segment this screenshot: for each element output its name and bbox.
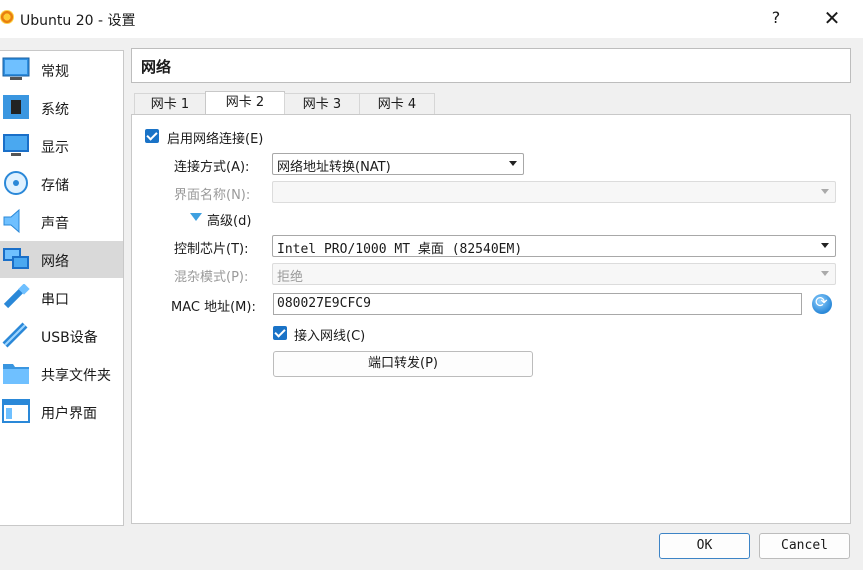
sidebar-item-audio[interactable]: 声音 (0, 203, 123, 240)
chevron-down-icon (821, 271, 829, 276)
promiscuous-mode-value: 拒绝 (277, 270, 304, 285)
chevron-down-icon (821, 189, 829, 194)
promiscuous-mode-label: 混杂模式(P): (174, 270, 249, 285)
tab-adapter-2[interactable]: 网卡 2 (205, 91, 285, 116)
system-icon (3, 95, 29, 119)
mac-address-value: 080027E9CFC9 (277, 296, 371, 311)
page-title: 网络 (141, 58, 172, 76)
sidebar-item-general[interactable]: 常规 (0, 51, 123, 88)
sidebar-item-serial-port[interactable]: 串口 (0, 279, 123, 316)
close-button[interactable]: ✕ (818, 6, 846, 32)
sidebar-item-label: 系统 (41, 102, 69, 118)
sidebar-item-label: 常规 (41, 64, 69, 80)
usb-icon (2, 322, 28, 348)
display-icon (3, 134, 29, 156)
sidebar-item-label: USB设备 (41, 330, 98, 346)
shared-folder-icon (3, 364, 29, 384)
adapter-type-select[interactable]: Intel PRO/1000 MT 桌面 (82540EM) (272, 235, 836, 257)
sidebar-item-user-interface[interactable]: 用户界面 (0, 393, 123, 430)
network-settings-panel (131, 114, 851, 524)
attach-mode-value: 网络地址转换(NAT) (277, 160, 391, 175)
cable-connected-label: 接入网线(C) (294, 329, 366, 344)
help-button[interactable]: ? (766, 8, 786, 30)
cable-connected-checkbox[interactable] (273, 326, 287, 340)
general-icon (2, 57, 30, 80)
sidebar-item-system[interactable]: 系统 (0, 89, 123, 126)
storage-icon (4, 171, 28, 195)
settings-sidebar: 常规 系统 显示 存储 声音 网络 串口 USB设备 共享文件夹 用户界面 (0, 50, 124, 526)
virtualbox-app-icon (0, 10, 14, 24)
cancel-button[interactable]: Cancel (759, 533, 850, 559)
sidebar-item-label: 存储 (41, 178, 69, 194)
sidebar-item-label: 串口 (41, 292, 69, 308)
tab-adapter-4[interactable]: 网卡 4 (359, 93, 435, 116)
chevron-down-icon (509, 161, 517, 166)
sidebar-item-storage[interactable]: 存储 (0, 165, 123, 202)
port-forwarding-button[interactable]: 端口转发(P) (273, 351, 533, 377)
sidebar-item-display[interactable]: 显示 (0, 127, 123, 164)
title-bar: Ubuntu 20 - 设置 ? ✕ (0, 0, 863, 38)
advanced-toggle[interactable]: 高级(d) (207, 210, 251, 229)
sidebar-item-label: 声音 (41, 216, 69, 232)
sidebar-item-shared-folders[interactable]: 共享文件夹 (0, 355, 123, 392)
adapter-type-label: 控制芯片(T): (174, 242, 249, 257)
sidebar-item-label: 网络 (41, 254, 69, 270)
network-icon (3, 248, 29, 269)
mac-address-label: MAC 地址(M): (171, 300, 256, 315)
tab-adapter-1[interactable]: 网卡 1 (134, 93, 206, 116)
user-interface-icon (2, 399, 30, 423)
sidebar-item-usb[interactable]: USB设备 (0, 317, 123, 354)
adapter-type-value: Intel PRO/1000 MT 桌面 (82540EM) (277, 242, 523, 257)
attach-mode-label: 连接方式(A): (174, 160, 250, 175)
attach-mode-select[interactable]: 网络地址转换(NAT) (272, 153, 524, 175)
interface-name-label: 界面名称(N): (174, 188, 251, 203)
sidebar-item-network[interactable]: 网络 (0, 241, 123, 278)
mac-address-input[interactable]: 080027E9CFC9 (273, 293, 802, 315)
interface-name-select (272, 181, 836, 203)
promiscuous-mode-select: 拒绝 (272, 263, 836, 285)
refresh-mac-icon[interactable] (812, 293, 832, 314)
sidebar-item-label: 共享文件夹 (41, 368, 111, 384)
tab-adapter-3[interactable]: 网卡 3 (284, 93, 360, 116)
ok-button[interactable]: OK (659, 533, 750, 559)
serial-port-icon (3, 284, 30, 309)
expand-triangle-icon[interactable] (190, 213, 202, 221)
sidebar-item-label: 显示 (41, 140, 69, 156)
enable-network-label: 启用网络连接(E) (167, 132, 264, 147)
chevron-down-icon (821, 243, 829, 248)
window-title: Ubuntu 20 - 设置 (20, 13, 136, 29)
sidebar-item-label: 用户界面 (41, 406, 97, 422)
enable-network-checkbox[interactable] (145, 129, 159, 143)
audio-icon (3, 208, 20, 234)
page-header: 网络 (131, 48, 851, 83)
